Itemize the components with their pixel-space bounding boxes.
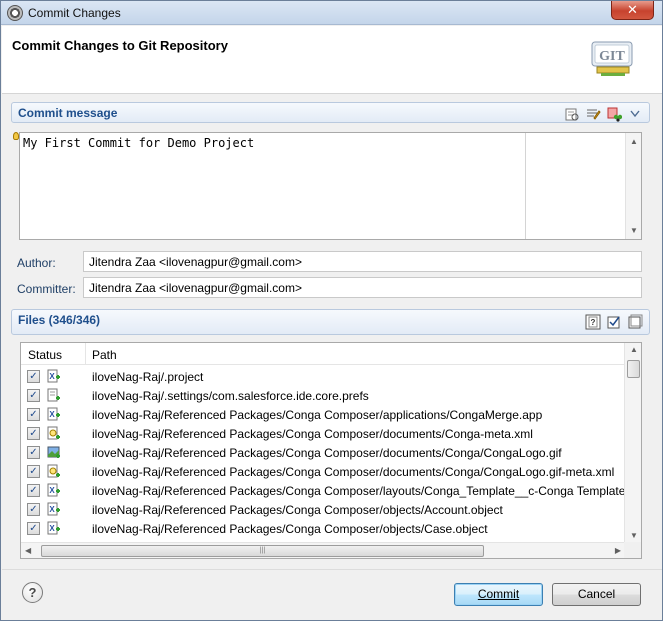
svg-text:X: X (49, 505, 55, 514)
commit-message-section-header: Commit message (11, 102, 650, 123)
svg-text:X: X (49, 524, 55, 533)
file-path: iloveNag-Raj/Referenced Packages/Conga C… (92, 446, 562, 460)
commit-message-text: My First Commit for Demo Project (23, 136, 255, 150)
amend-commit-icon[interactable] (606, 106, 622, 122)
title-bar[interactable]: Commit Changes ✕ (1, 1, 662, 25)
scroll-left-icon[interactable]: ◀ (25, 546, 31, 555)
files-table: Status Path ✓ XiloveNag-Raj/.project ✓ ilov… (20, 342, 642, 559)
preview-icon[interactable] (564, 106, 580, 122)
image-file-icon (47, 445, 61, 460)
message-scrollbar[interactable]: ▲ ▼ (625, 133, 641, 239)
git-logo-text: GIT (599, 49, 625, 64)
file-checkbox[interactable]: ✓ (27, 389, 40, 402)
author-field[interactable]: Jitendra Zaa <ilovenagpur@gmail.com> (83, 251, 642, 272)
xml-file-icon: X (47, 407, 61, 422)
table-row[interactable]: ✓ iloveNag-Raj/Referenced Packages/Conga … (21, 424, 625, 443)
scroll-down-icon[interactable]: ▼ (630, 226, 638, 235)
path-column-header[interactable]: Path (92, 348, 117, 362)
table-row[interactable]: ✓ XiloveNag-Raj/Referenced Packages/Conga… (21, 481, 625, 500)
select-all-icon[interactable] (606, 314, 622, 330)
files-table-body: ✓ XiloveNag-Raj/.project ✓ iloveNag-Raj/.se… (21, 367, 625, 538)
scrollbar-corner (624, 542, 641, 558)
commit-button-label: Commit (477, 587, 520, 601)
file-checkbox[interactable]: ✓ (27, 408, 40, 421)
text-file-icon (47, 388, 61, 403)
git-logo-icon: GIT (591, 41, 633, 76)
scroll-down-icon[interactable]: ▼ (630, 531, 638, 540)
file-path: iloveNag-Raj/Referenced Packages/Conga C… (92, 484, 626, 498)
commit-button[interactable]: Commit (454, 583, 543, 606)
table-row[interactable]: ✓ iloveNag-Raj/.settings/com.salesforce.i… (21, 386, 625, 405)
file-checkbox[interactable]: ✓ (27, 370, 40, 383)
cancel-button[interactable]: Cancel (552, 583, 641, 606)
window-title: Commit Changes (28, 6, 121, 20)
file-path: iloveNag-Raj/Referenced Packages/Conga C… (92, 503, 503, 517)
scroll-right-icon[interactable]: ▶ (615, 546, 621, 555)
file-checkbox[interactable]: ✓ (27, 484, 40, 497)
file-checkbox[interactable]: ✓ (27, 503, 40, 516)
file-path: iloveNag-Raj/Referenced Packages/Conga C… (92, 408, 543, 422)
file-checkbox[interactable]: ✓ (27, 427, 40, 440)
search-file-icon (47, 464, 61, 479)
file-checkbox[interactable]: ✓ (27, 465, 40, 478)
add-signed-off-icon[interactable] (585, 106, 601, 122)
committer-field[interactable]: Jitendra Zaa <ilovenagpur@gmail.com> (83, 277, 642, 298)
table-horizontal-scrollbar[interactable]: ◀ ||| ▶ (21, 542, 625, 558)
eclipse-gear-icon (7, 5, 23, 21)
scroll-up-icon[interactable]: ▲ (630, 137, 638, 146)
file-path: iloveNag-Raj/.settings/com.salesforce.id… (92, 389, 369, 403)
file-path: iloveNag-Raj/.project (92, 370, 204, 384)
scrollbar-thumb[interactable] (627, 360, 640, 378)
table-row[interactable]: ✓ iloveNag-Raj/Referenced Packages/Conga … (21, 462, 625, 481)
scroll-up-icon[interactable]: ▲ (630, 345, 638, 354)
svg-text:?: ? (591, 318, 596, 327)
files-section-header: Files (346/346) ? (11, 309, 650, 335)
commit-message-input[interactable]: My First Commit for Demo Project ▲ ▼ (19, 132, 642, 240)
table-row[interactable]: ✓ XiloveNag-Raj/Referenced Packages/Conga… (21, 405, 625, 424)
table-row[interactable]: ✓ XiloveNag-Raj/.project (21, 367, 625, 386)
file-path: iloveNag-Raj/Referenced Packages/Conga C… (92, 522, 488, 536)
page-title: Commit Changes to Git Repository (12, 38, 228, 53)
show-untracked-icon[interactable]: ? (585, 314, 601, 330)
dialog-header: Commit Changes to Git Repository GIT (2, 26, 662, 94)
xml-file-icon: X (47, 369, 61, 384)
table-row[interactable]: ✓ iloveNag-Raj/Referenced Packages/Conga … (21, 443, 625, 462)
xml-file-icon: X (47, 502, 61, 517)
table-row[interactable]: ✓ XiloveNag-Raj/Referenced Packages/Conga… (21, 519, 625, 538)
commit-message-title: Commit message (18, 106, 118, 120)
chevron-down-icon[interactable] (627, 106, 643, 122)
commit-changes-dialog: Commit Changes ✕ Commit Changes to Git R… (0, 0, 663, 621)
svg-text:X: X (49, 486, 55, 495)
table-row[interactable]: ✓ XiloveNag-Raj/Referenced Packages/Conga… (21, 500, 625, 519)
svg-text:X: X (49, 410, 55, 419)
horizontal-scrollbar-thumb[interactable]: ||| (41, 545, 484, 557)
help-button[interactable]: ? (22, 582, 43, 603)
svg-text:X: X (49, 372, 55, 381)
files-title: Files (346/346) (18, 313, 101, 327)
column-separator (85, 343, 86, 365)
table-vertical-scrollbar[interactable]: ▲ ▼ (624, 343, 641, 542)
xml-file-icon: X (47, 521, 61, 536)
xml-file-icon: X (47, 483, 61, 498)
status-column-header[interactable]: Status (28, 348, 62, 362)
deselect-all-icon[interactable] (627, 314, 643, 330)
author-label: Author: (17, 256, 56, 270)
file-checkbox[interactable]: ✓ (27, 522, 40, 535)
button-bar-divider (2, 569, 662, 570)
committer-label: Committer: (17, 282, 76, 296)
file-path: iloveNag-Raj/Referenced Packages/Conga C… (92, 465, 615, 479)
close-button[interactable]: ✕ (611, 1, 654, 20)
table-header: Status Path (21, 343, 625, 365)
file-path: iloveNag-Raj/Referenced Packages/Conga C… (92, 427, 533, 441)
search-file-icon (47, 426, 61, 441)
margin-divider (525, 133, 526, 239)
file-checkbox[interactable]: ✓ (27, 446, 40, 459)
